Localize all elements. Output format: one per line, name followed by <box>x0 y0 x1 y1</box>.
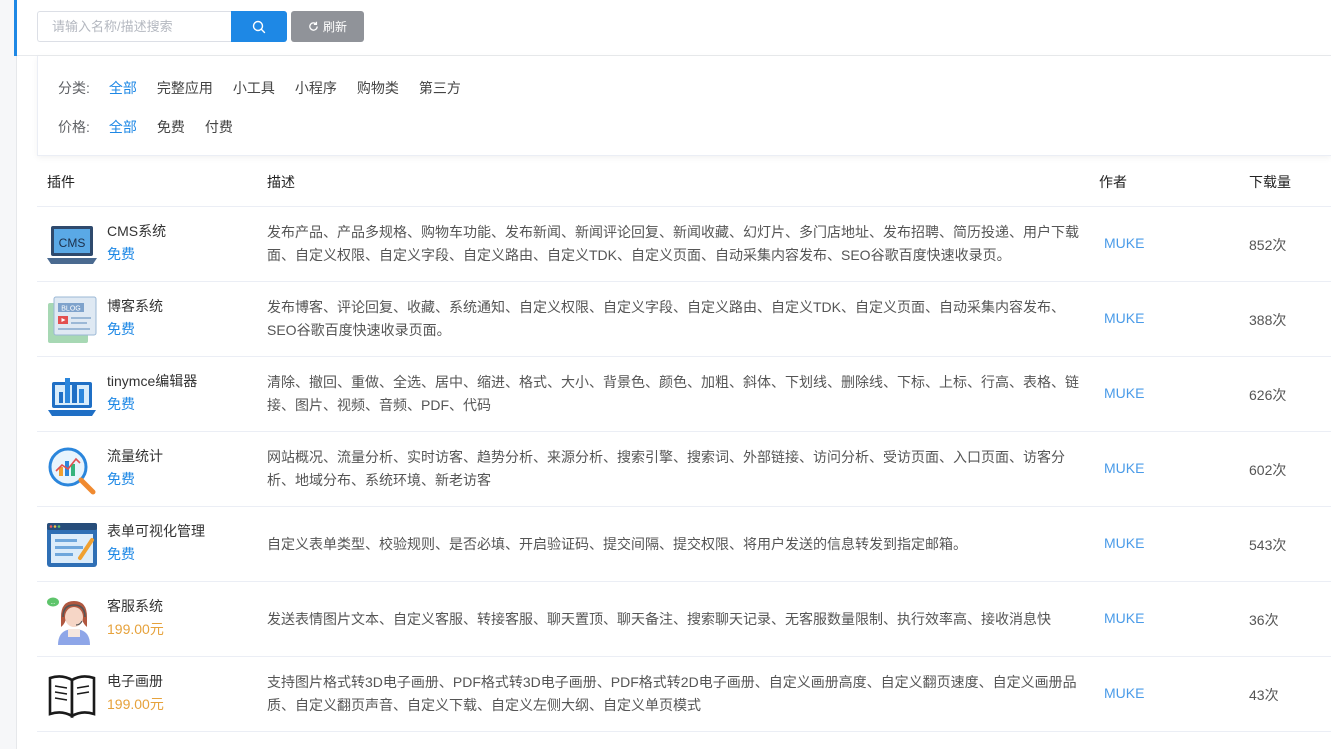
search-input[interactable] <box>37 11 232 42</box>
svg-text:...: ... <box>50 600 55 606</box>
left-rail <box>0 0 17 749</box>
category-filter-label: 分类: <box>58 80 90 96</box>
refresh-button[interactable]: 刷新 <box>291 11 364 42</box>
plugin-description: 发送表情图片文本、自定义客服、转接客服、聊天置顶、聊天备注、搜索聊天记录、无客服… <box>267 611 1051 627</box>
plugin-description: 发布产品、产品多规格、购物车功能、发布新闻、新闻评论回复、新闻收藏、幻灯片、多门… <box>267 224 1079 263</box>
plugin-table: 插件 描述 作者 下载量 CMS CMS系统 免费 发布产品、产品多规格、购物车… <box>37 157 1331 732</box>
plugin-author[interactable]: MUKE <box>1104 235 1144 251</box>
plugin-author[interactable]: MUKE <box>1104 310 1144 326</box>
editor-laptop-icon <box>48 378 96 416</box>
table-row[interactable]: 表单可视化管理 免费 自定义表单类型、校验规则、是否必填、开启验证码、提交间隔、… <box>37 507 1331 582</box>
plugin-price: 免费 <box>107 471 135 487</box>
table-row[interactable]: tinymce编辑器 免费 清除、撤回、重做、全选、居中、缩进、格式、大小、背景… <box>37 357 1331 432</box>
table-row[interactable]: 电子画册 199.00元 支持图片格式转3D电子画册、PDF格式转3D电子画册、… <box>37 657 1331 732</box>
plugin-downloads: 43次 <box>1249 687 1279 703</box>
search-button[interactable] <box>231 11 287 42</box>
category-option-tools[interactable]: 小工具 <box>233 78 275 98</box>
analytics-magnifier-icon <box>48 447 96 495</box>
search-icon <box>252 20 266 33</box>
plugin-description: 支持图片格式转3D电子画册、PDF格式转3D电子画册、PDF格式转2D电子画册、… <box>267 674 1077 713</box>
plugin-author[interactable]: MUKE <box>1104 460 1144 476</box>
plugin-name[interactable]: 电子画册 <box>107 671 163 691</box>
table-row[interactable]: BLOG 博客系统 免费 发布博客、评论回复、收藏、系统通知、自定义权限、自定义… <box>37 282 1331 357</box>
table-header: 插件 描述 作者 下载量 <box>37 157 1331 207</box>
refresh-label: 刷新 <box>322 20 347 34</box>
plugin-name[interactable]: 客服系统 <box>107 596 163 616</box>
category-option-third-party[interactable]: 第三方 <box>419 78 461 98</box>
plugin-price: 免费 <box>107 396 135 412</box>
price-filter-label: 价格: <box>58 119 90 135</box>
plugin-downloads: 852次 <box>1249 237 1287 253</box>
plugin-price: 免费 <box>107 321 135 337</box>
plugin-author[interactable]: MUKE <box>1104 535 1144 551</box>
category-option-all[interactable]: 全部 <box>109 78 137 98</box>
header-downloads: 下载量 <box>1249 174 1291 190</box>
plugin-downloads: 36次 <box>1249 612 1279 628</box>
category-option-mini-program[interactable]: 小程序 <box>295 78 337 98</box>
plugin-downloads: 602次 <box>1249 462 1287 478</box>
plugin-author[interactable]: MUKE <box>1104 610 1144 626</box>
customer-service-icon: ... <box>47 597 90 645</box>
blog-icon: BLOG <box>48 296 97 343</box>
plugin-price: 199.00元 <box>107 696 164 712</box>
plugin-price: 免费 <box>107 546 135 562</box>
plugin-name[interactable]: 博客系统 <box>107 296 163 316</box>
svg-text:BLOG: BLOG <box>61 306 80 313</box>
plugin-price: 199.00元 <box>107 621 164 637</box>
header-description: 描述 <box>267 174 295 190</box>
plugin-author[interactable]: MUKE <box>1104 685 1144 701</box>
plugin-name[interactable]: CMS系统 <box>107 221 166 241</box>
price-option-free[interactable]: 免费 <box>157 117 185 137</box>
refresh-icon <box>309 21 318 31</box>
left-accent-bar <box>14 0 17 56</box>
plugin-description: 发布博客、评论回复、收藏、系统通知、自定义权限、自定义字段、自定义路由、自定义T… <box>267 299 1065 338</box>
table-row[interactable]: 流量统计 免费 网站概况、流量分析、实时访客、趋势分析、来源分析、搜索引擎、搜索… <box>37 432 1331 507</box>
plugin-name[interactable]: 流量统计 <box>107 446 163 466</box>
table-row[interactable]: ... 客服系统 199.00元 发送表情图片文本、自定义客服、转接客服、聊天置… <box>37 582 1331 657</box>
open-book-icon <box>48 675 96 719</box>
category-filter: 分类: 全部 完整应用 小工具 小程序 购物类 第三方 <box>58 78 481 98</box>
plugin-downloads: 626次 <box>1249 387 1287 403</box>
plugin-name[interactable]: tinymce编辑器 <box>107 371 197 391</box>
category-option-shopping[interactable]: 购物类 <box>357 78 399 98</box>
plugin-author[interactable]: MUKE <box>1104 385 1144 401</box>
plugin-downloads: 543次 <box>1249 537 1287 553</box>
price-option-all[interactable]: 全部 <box>109 117 137 137</box>
svg-text:CMS: CMS <box>59 236 86 250</box>
header-plugin: 插件 <box>47 174 75 190</box>
filter-panel: 分类: 全部 完整应用 小工具 小程序 购物类 第三方 价格: 全部 免费 付费 <box>37 56 1331 156</box>
price-filter: 价格: 全部 免费 付费 <box>58 117 253 137</box>
plugin-description: 网站概况、流量分析、实时访客、趋势分析、来源分析、搜索引擎、搜索词、外部链接、访… <box>267 449 1065 488</box>
plugin-downloads: 388次 <box>1249 312 1287 328</box>
plugin-price: 免费 <box>107 246 135 262</box>
plugin-market-page: 刷新 分类: 全部 完整应用 小工具 小程序 购物类 第三方 价格: 全部 免费… <box>0 0 1331 749</box>
plugin-name[interactable]: 表单可视化管理 <box>107 521 205 541</box>
category-option-full-app[interactable]: 完整应用 <box>157 78 213 98</box>
form-editor-icon <box>47 523 97 567</box>
price-option-paid[interactable]: 付费 <box>205 117 233 137</box>
cms-laptop-icon: CMS <box>47 226 97 264</box>
header-author: 作者 <box>1099 174 1127 190</box>
plugin-description: 自定义表单类型、校验规则、是否必填、开启验证码、提交间隔、提交权限、将用户发送的… <box>267 536 967 552</box>
plugin-description: 清除、撤回、重做、全选、居中、缩进、格式、大小、背景色、颜色、加粗、斜体、下划线… <box>267 374 1079 413</box>
table-row[interactable]: CMS CMS系统 免费 发布产品、产品多规格、购物车功能、发布新闻、新闻评论回… <box>37 207 1331 282</box>
